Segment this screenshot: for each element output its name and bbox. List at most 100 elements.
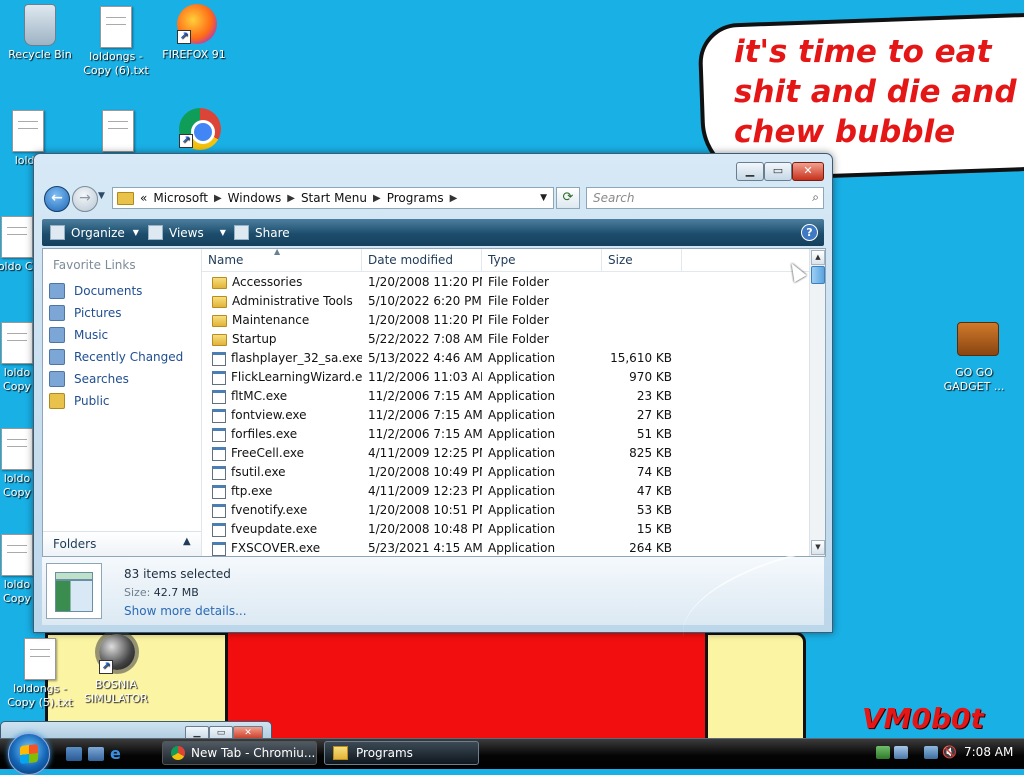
internet-explorer-icon[interactable]: e [110,746,126,762]
column-header-size[interactable]: Size [602,249,682,271]
desktop-icon-firefox[interactable]: ↗ FIREFOX 91 [154,4,234,62]
favorite-pictures[interactable]: Pictures [49,305,122,321]
close-button[interactable]: ✕ [792,162,824,181]
file-type: File Folder [488,275,549,289]
file-row[interactable]: Startup 5/22/2022 7:08 AM File Folder [202,330,810,349]
start-button[interactable] [8,733,50,775]
favorite-searches[interactable]: Searches [49,371,129,387]
file-row[interactable]: fltMC.exe 11/2/2006 7:15 AM Application 23 … [202,387,810,406]
refresh-button[interactable]: ⟳ [556,187,580,209]
file-type: Application [488,503,556,517]
file-type: Application [488,465,556,479]
views-button[interactable]: Views ▼ [148,225,226,240]
file-row[interactable]: Administrative Tools 5/10/2022 6:20 PM Fil… [202,292,810,311]
chevron-right-icon[interactable]: ▶ [214,193,222,204]
application-icon [212,465,226,480]
breadcrumb-overflow[interactable]: « [140,191,147,205]
breadcrumb-programs[interactable]: Programs [387,191,444,205]
clock[interactable]: 7:08 AM [964,745,1013,759]
favorite-recently-changed[interactable]: Recently Changed [49,349,183,365]
organize-label: Organize [71,225,125,240]
safely-remove-icon[interactable] [894,746,908,759]
application-icon [212,408,226,423]
desktop-icon-recycle-bin[interactable]: Recycle Bin [0,4,80,62]
network-status-icon[interactable] [924,746,938,759]
folders-toggle[interactable]: Folders ▲ [43,531,201,556]
folder-icon [212,314,227,327]
switch-windows-icon[interactable] [88,747,104,761]
share-button[interactable]: Share [234,225,290,240]
volume-muted-icon[interactable]: 🔇 [942,746,957,759]
search-input[interactable]: Search ⌕ [586,187,824,209]
forward-button[interactable]: → [72,186,98,212]
address-dropdown-icon[interactable]: ▼ [540,193,547,203]
chevron-up-icon: ▲ [183,536,191,547]
file-size: 23 KB [636,389,672,403]
column-header-name[interactable]: ▲ Name [202,249,362,271]
desktop-icon-go-go-gadget[interactable]: GO GO GADGET ... [934,316,1014,394]
back-button[interactable]: ← [44,186,70,212]
favorite-label: Pictures [74,306,122,320]
network-icon[interactable] [876,746,890,759]
address-bar[interactable]: « Microsoft ▶ Windows ▶ Start Menu ▶ Pro… [112,187,554,209]
taskbar-button-programs[interactable]: Programs [324,741,479,765]
file-row[interactable]: fontview.exe 11/2/2006 7:15 AM Application… [202,406,810,425]
column-header-type[interactable]: Type [482,249,602,271]
desktop-icon-bosnia-simulator[interactable]: ↗ BOSNIA SIMULATOR [76,634,156,706]
file-name: forfiles.exe [202,425,362,444]
vertical-scrollbar[interactable]: ▲ ▼ [809,249,825,556]
file-row[interactable]: flashplayer_32_sa.exe 5/13/2022 4:46 AM Ap… [202,349,810,368]
system-tray: 🔇 7:08 AM [868,741,1024,767]
recent-pages-dropdown[interactable]: ▼ [98,191,105,201]
favorite-public[interactable]: Public [49,393,110,409]
file-date: 4/11/2009 12:23 PM [368,484,482,498]
chevron-down-icon: ▼ [219,228,226,237]
desktop-icon-label: GO GO GADGET ... [943,366,1005,393]
organize-icon [50,225,65,240]
favorite-music[interactable]: Music [49,327,108,343]
file-row[interactable]: Accessories 1/20/2008 11:20 PM File Folder [202,273,810,292]
file-row[interactable]: fsutil.exe 1/20/2008 10:49 PM Application 7… [202,463,810,482]
maximize-button[interactable]: ▭ [764,162,792,181]
file-row[interactable]: Maintenance 1/20/2008 11:20 PM File Folder [202,311,810,330]
file-size: 27 KB [636,408,672,422]
scroll-thumb[interactable] [811,266,825,284]
search-icon[interactable]: ⌕ [812,190,819,205]
show-more-details-link[interactable]: Show more details... [124,604,247,618]
decorative-swoosh [671,551,821,637]
share-icon [234,225,249,240]
file-row[interactable]: fvenotify.exe 1/20/2008 10:51 PM Applicati… [202,501,810,520]
minimize-button[interactable]: ▁ [736,162,764,181]
application-icon [212,389,226,404]
breadcrumb-start-menu[interactable]: Start Menu [301,191,367,205]
breadcrumb-windows[interactable]: Windows [228,191,282,205]
file-size: 47 KB [636,484,672,498]
organize-button[interactable]: Organize ▼ [50,225,139,240]
file-row[interactable]: fveupdate.exe 1/20/2008 10:48 PM Applicati… [202,520,810,539]
desktop-icon-loldongs-6[interactable]: loldongs - Copy (6).txt [76,6,156,78]
desktop-icon-partial-2[interactable] [78,110,158,154]
desktop-icon-loldongs-5[interactable]: loldongs - Copy (5).txt [0,638,80,710]
details-pane: 83 items selected Size: 42.7 MB Show mor… [42,551,824,637]
help-icon[interactable]: ? [801,224,818,241]
file-row[interactable]: forfiles.exe 11/2/2006 7:15 AM Application… [202,425,810,444]
file-row[interactable]: ftp.exe 4/11/2009 12:23 PM Application 47 K… [202,482,810,501]
file-row[interactable]: FreeCell.exe 4/11/2009 12:25 PM Applicatio… [202,444,810,463]
breadcrumb-microsoft[interactable]: Microsoft [153,191,208,205]
file-row[interactable]: FXSCOVER.exe 5/23/2021 4:15 AM Application… [202,539,810,556]
show-desktop-icon[interactable] [66,747,82,761]
column-header-date[interactable]: Date modified [362,249,482,271]
command-toolbar: Organize ▼ Views ▼ Share ? [42,219,824,246]
chevron-right-icon[interactable]: ▶ [287,193,295,204]
file-name: fltMC.exe [202,387,362,406]
favorite-documents[interactable]: Documents [49,283,142,299]
desktop-icon-chrome[interactable]: ↗ [156,108,236,152]
navigation-pane: Favorite Links Documents Pictures Music … [43,249,202,556]
chevron-right-icon[interactable]: ▶ [373,193,381,204]
scroll-up-button[interactable]: ▲ [811,250,825,265]
file-name: FlickLearningWizard.exe [202,368,362,387]
file-row[interactable]: FlickLearningWizard.exe 11/2/2006 11:03 A… [202,368,810,387]
scroll-down-button[interactable]: ▼ [811,540,825,555]
chevron-right-icon[interactable]: ▶ [450,193,458,204]
taskbar-button-chromium[interactable]: New Tab - Chromiu... [162,741,317,765]
